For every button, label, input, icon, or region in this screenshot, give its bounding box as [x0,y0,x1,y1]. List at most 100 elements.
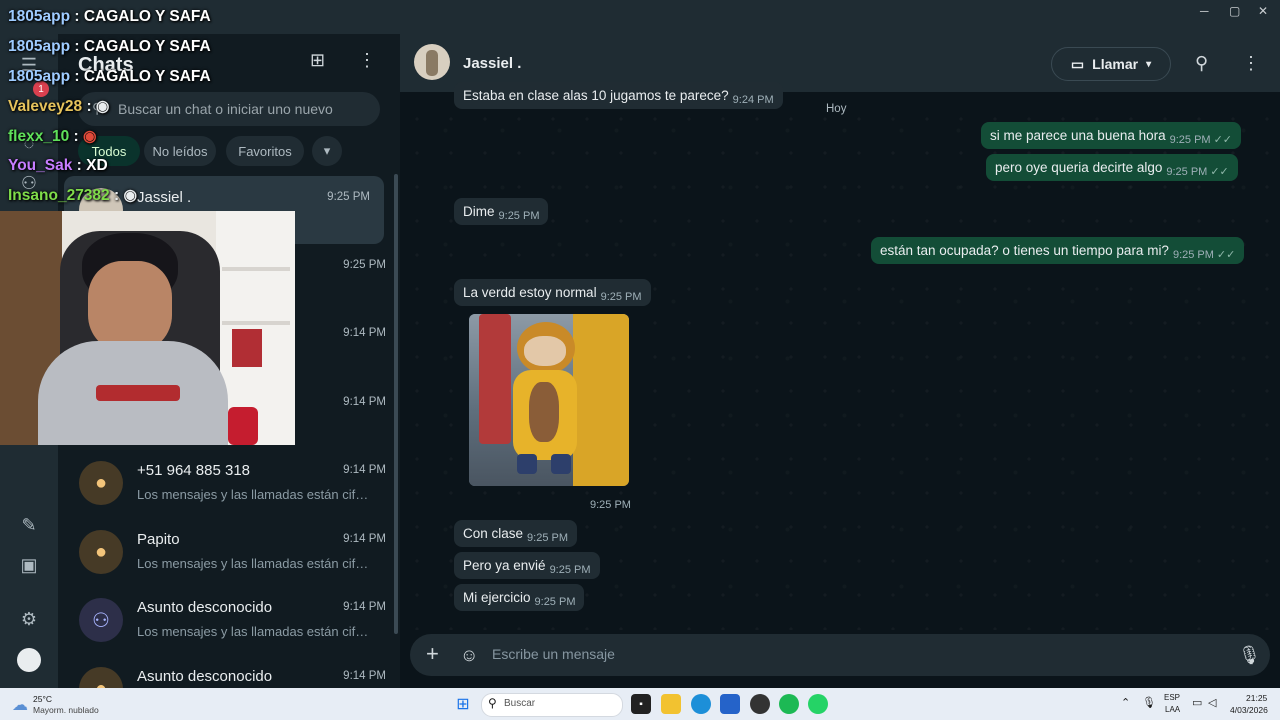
day-separator: Hoy [826,103,847,115]
task-view-icon[interactable]: ▪ [631,694,651,714]
read-ticks-icon: ✓✓ [1210,166,1229,178]
message-text: Pero ya envié [463,558,546,573]
stream-chat-line: Insano_27382 : ◉ [8,187,137,204]
message-text: Dime [463,204,495,219]
message-time: 9:25 PM [600,291,642,303]
contact-avatar[interactable] [414,44,450,80]
chat-row[interactable]: ⚇ Asunto desconocido 9:14 PM Los mensaje… [58,586,400,654]
message-in[interactable]: Estaba en clase alas 10 jugamos te parec… [454,82,783,109]
call-label: Llamar [1092,56,1139,72]
chat-name: Asunto desconocido [137,599,273,616]
chevron-up-icon[interactable]: ⌃ [1121,696,1130,709]
message-in[interactable]: La verdd estoy normal 9:25 PM [454,279,651,306]
spotify-icon[interactable] [779,694,799,714]
chat-preview: Los mensajes y las llamadas están cifr..… [137,624,369,639]
close-button[interactable]: ✕ [1258,4,1268,18]
microphone-icon[interactable]: 🎙 [1142,696,1156,709]
stream-message: CAGALO Y SAFA [83,38,211,55]
message-time: 9:25 PM [498,210,540,222]
message-out[interactable]: están tan ocupada? o tienes un tiempo pa… [871,237,1245,264]
volume-icon[interactable]: ◁ [1208,696,1216,709]
message-time: 9:25 PM [549,564,591,576]
message-in[interactable]: Mi ejercicio 9:25 PM [454,584,585,611]
network-icon[interactable]: ▭ [1192,696,1202,709]
windows-start-icon[interactable]: ⊞ [453,694,473,714]
message-in[interactable]: Pero ya envié 9:25 PM [454,552,600,579]
stream-emote-icon: ◉ [123,187,137,204]
stream-user: Insano_27382 [8,187,110,204]
search-icon[interactable]: ⚲ [1195,53,1208,74]
file-explorer-icon[interactable] [661,694,681,714]
chat-preview: Los mensajes y las llamadas están cifr..… [137,556,369,571]
language-bottom[interactable]: LAA [1165,705,1180,714]
message-time: 9:25 PM [1166,166,1208,178]
stream-chat-line: 1805app : CAGALO Y SAFA [8,68,211,85]
message-time: 9:24 PM [732,94,774,106]
chat-name: +51 964 885 318 [137,462,251,479]
chat-name: Jassiel . [137,189,192,206]
chat-time: 9:25 PM [327,191,370,203]
message-time: 9:25 PM [1169,134,1211,146]
edge-icon[interactable] [691,694,711,714]
person-avatar-icon: ● [79,461,123,505]
photo-time: 9:25 PM [590,499,631,511]
new-chat-icon[interactable]: ⊞ [310,50,325,71]
chat-name: Asunto desconocido [137,668,273,685]
photo-message[interactable] [469,314,629,486]
profile-avatar[interactable] [17,648,41,672]
message-time: 9:25 PM [1172,249,1214,261]
filter-more-chevron-icon[interactable]: ▾ [312,136,342,166]
obs-icon[interactable] [750,694,770,714]
weather-icon: ☁ [12,697,28,714]
stream-message: CAGALO Y SAFA [83,8,211,25]
message-text: Mi ejercicio [463,590,531,605]
starred-icon[interactable]: ✎ [16,512,42,538]
filter-favorites[interactable]: Favoritos [226,136,304,166]
webcam-overlay [0,211,295,445]
search-placeholder: Buscar un chat o iniciar uno nuevo [118,101,333,117]
message-in[interactable]: Con clase 9:25 PM [454,520,578,547]
filter-unread[interactable]: No leídos [144,136,216,166]
message-out[interactable]: pero oye queria decirte algo 9:25 PM ✓✓ [986,154,1238,181]
message-in[interactable]: Dime 9:25 PM [454,198,549,225]
stream-chat-line: Valevey28 : ◉ [8,98,110,115]
chat-list-scrollbar[interactable] [394,174,398,634]
group-avatar-icon: ⚇ [79,598,123,642]
clock-date[interactable]: 4/03/2026 [1230,705,1268,715]
minimize-button[interactable]: ─ [1200,4,1209,18]
contact-name[interactable]: Jassiel . [463,55,521,72]
attach-plus-icon[interactable]: + [426,641,439,667]
chat-time: 9:14 PM [343,533,386,545]
stream-chat-line: You_Sak : XD [8,157,108,174]
store-icon[interactable] [720,694,740,714]
chat-row[interactable]: ● Asunto desconocido 9:14 PM [58,655,400,688]
stream-emote-icon: ◉ [95,98,110,115]
stream-user: 1805app [8,8,71,25]
clock-time[interactable]: 21:25 [1246,693,1267,703]
chat-name: Papito [137,531,180,548]
maximize-button[interactable]: ▢ [1229,4,1240,18]
person-avatar-icon: ● [79,530,123,574]
menu-icon[interactable]: ⋮ [358,50,376,71]
emoji-icon[interactable]: ☺ [460,645,478,666]
chat-time: 9:14 PM [343,327,386,339]
conversation-panel: Jassiel . ▭ Llamar ▾ ⚲ ⋮ Estaba en clase… [400,34,1280,688]
chat-time: 9:25 PM [343,259,386,271]
chat-row[interactable]: ● Papito 9:14 PM Los mensajes y las llam… [58,518,400,586]
composer: + ☺ Escribe un mensaje 🎙 [400,630,1280,688]
menu-icon[interactable]: ⋮ [1242,53,1260,74]
settings-icon[interactable]: ⚙ [16,606,42,632]
chat-row[interactable]: ● +51 964 885 318 9:14 PM Los mensajes y… [58,449,400,517]
message-out[interactable]: si me parece una buena hora 9:25 PM ✓✓ [981,122,1242,149]
language-top[interactable]: ESP [1164,693,1180,702]
media-icon[interactable]: ▣ [16,552,42,578]
stream-chat-line: 1805app : CAGALO Y SAFA [8,8,211,25]
search-icon: ⚲ [488,696,497,710]
microphone-icon[interactable]: 🎙 [1238,645,1261,666]
whatsapp-icon[interactable] [808,694,828,714]
call-button[interactable]: ▭ Llamar ▾ [1051,47,1171,81]
taskbar-search[interactable] [481,693,623,717]
stream-chat-line: 1805app : CAGALO Y SAFA [8,38,211,55]
stream-chat-line: flexx_10 : ◉ [8,128,97,145]
stream-message: XD [86,157,108,174]
